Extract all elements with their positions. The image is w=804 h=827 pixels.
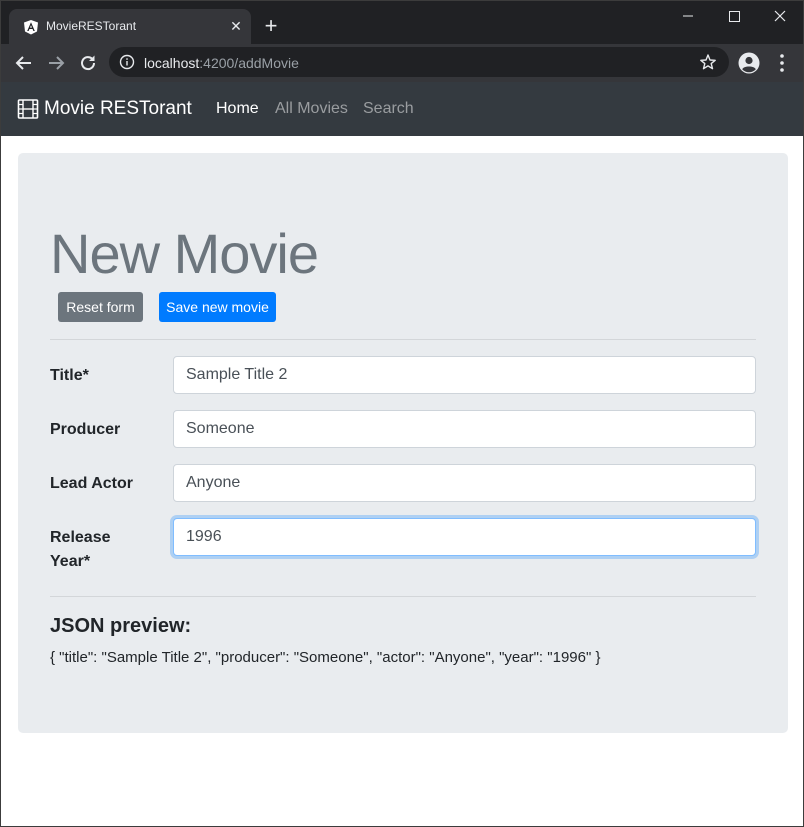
url-text: localhost:4200/addMovie [144, 55, 299, 71]
browser-tab[interactable]: MovieRESTorant ✕ [9, 9, 251, 44]
release-year-input[interactable]: 1996 [173, 518, 756, 556]
forward-icon[interactable] [45, 52, 67, 74]
film-icon [17, 99, 39, 119]
release-year-label: Release Year* [50, 526, 111, 574]
producer-label: Producer [50, 421, 121, 438]
json-preview-heading: JSON preview: [50, 615, 192, 637]
divider [50, 596, 756, 597]
nav-link-home[interactable]: Home [216, 100, 259, 118]
title-input[interactable]: Sample Title 2 [173, 356, 756, 394]
back-icon[interactable] [13, 52, 35, 74]
lead-actor-input[interactable]: Anyone [173, 464, 756, 502]
page-title: New Movie [50, 222, 319, 285]
nav-link-search[interactable]: Search [363, 100, 414, 118]
save-movie-button[interactable]: Save new movie [159, 292, 276, 322]
angular-favicon-icon [24, 20, 38, 35]
maximize-icon[interactable] [711, 1, 757, 31]
json-preview-text: { "title": "Sample Title 2", "producer":… [50, 649, 601, 666]
url-path: :4200/addMovie [199, 55, 299, 71]
url-host: localhost [144, 55, 200, 71]
plus-icon[interactable]: + [260, 15, 282, 37]
minimize-icon[interactable] [665, 1, 711, 31]
browser-toolbar: localhost:4200/addMovie [1, 44, 803, 82]
app-navbar: Movie RESTorant Home All Movies Search [1, 82, 803, 136]
star-icon[interactable] [699, 53, 717, 71]
close-icon[interactable]: ✕ [227, 17, 245, 35]
producer-input[interactable]: Someone [173, 410, 756, 448]
reload-icon[interactable] [77, 52, 99, 74]
browser-titlebar: MovieRESTorant ✕ + [1, 1, 803, 44]
window-close-icon[interactable] [757, 1, 803, 31]
lead-actor-label: Lead Actor [50, 475, 133, 492]
profile-icon[interactable] [738, 52, 760, 74]
tab-title: MovieRESTorant [46, 19, 137, 33]
brand-text: Movie RESTorant [44, 98, 192, 119]
jumbotron: New Movie Reset form Save new movie Titl… [18, 153, 788, 733]
kebab-menu-icon[interactable] [776, 52, 788, 74]
navbar-brand[interactable]: Movie RESTorant [17, 97, 192, 121]
reset-form-button[interactable]: Reset form [58, 292, 143, 322]
title-label: Title* [50, 367, 89, 384]
info-icon[interactable] [119, 54, 135, 70]
divider [50, 339, 756, 340]
nav-link-all-movies[interactable]: All Movies [275, 100, 348, 118]
release-year-label-line1: Release [50, 529, 111, 546]
release-year-label-line2: Year* [50, 553, 91, 570]
address-bar[interactable]: localhost:4200/addMovie [109, 47, 729, 77]
